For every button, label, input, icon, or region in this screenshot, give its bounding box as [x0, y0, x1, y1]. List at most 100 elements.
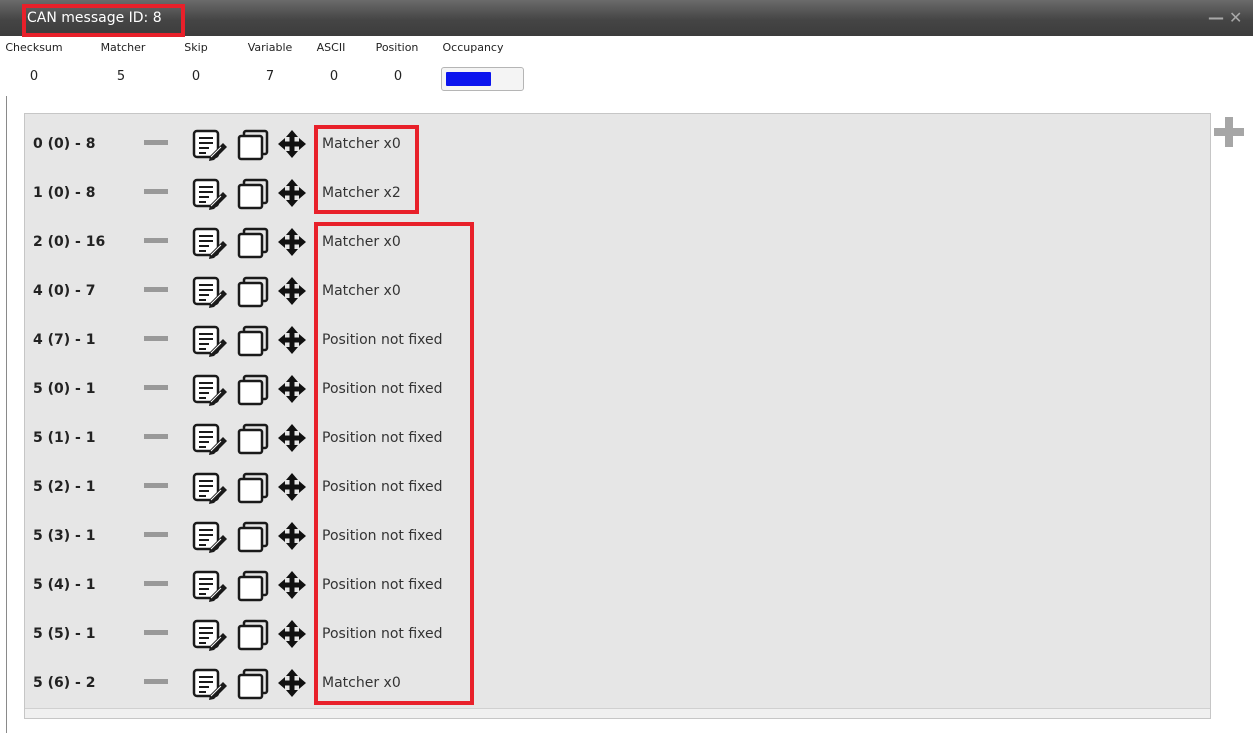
edit-list-icon[interactable]: [192, 619, 230, 651]
field-row-label: 5 (6) - 2: [33, 675, 96, 691]
field-row-description: Matcher x0: [322, 675, 401, 691]
edit-list-icon[interactable]: [192, 129, 230, 161]
copy-icon[interactable]: [237, 668, 269, 700]
copy-icon[interactable]: [237, 570, 269, 602]
field-row: 5 (3) - 1 Position not fixed: [25, 518, 505, 554]
field-row-label: 5 (1) - 1: [33, 430, 96, 446]
move-arrows-icon[interactable]: [277, 129, 307, 159]
copy-icon[interactable]: [237, 227, 269, 259]
field-row-description: Matcher x0: [322, 136, 401, 152]
field-row: 2 (0) - 16 Matcher x0: [25, 224, 505, 260]
field-row-description: Position not fixed: [322, 479, 443, 495]
edit-list-icon[interactable]: [192, 472, 230, 504]
stat-value-checksum: 0: [29, 69, 39, 84]
move-arrows-icon[interactable]: [277, 472, 307, 502]
field-row: 1 (0) - 8 Matcher x2: [25, 175, 505, 211]
minus-icon[interactable]: [144, 287, 168, 292]
stat-label-variable: Variable: [247, 41, 293, 54]
minus-icon[interactable]: [144, 630, 168, 635]
move-arrows-icon[interactable]: [277, 374, 307, 404]
field-row-description: Position not fixed: [322, 626, 443, 642]
move-arrows-icon[interactable]: [277, 668, 307, 698]
field-row: 5 (5) - 1 Position not fixed: [25, 616, 505, 652]
field-row-description: Position not fixed: [322, 528, 443, 544]
occupancy-fill: [446, 72, 491, 86]
edit-list-icon[interactable]: [192, 325, 230, 357]
left-divider: [6, 96, 7, 733]
copy-icon[interactable]: [237, 521, 269, 553]
move-arrows-icon[interactable]: [277, 178, 307, 208]
field-row-description: Position not fixed: [322, 430, 443, 446]
stat-label-position: Position: [375, 41, 419, 54]
field-row-label: 5 (5) - 1: [33, 626, 96, 642]
move-arrows-icon[interactable]: [277, 325, 307, 355]
field-row-description: Matcher x0: [322, 234, 401, 250]
field-row: 5 (2) - 1 Position not fixed: [25, 469, 505, 505]
copy-icon[interactable]: [237, 472, 269, 504]
minus-icon[interactable]: [144, 140, 168, 145]
copy-icon[interactable]: [237, 325, 269, 357]
edit-list-icon[interactable]: [192, 423, 230, 455]
stat-value-position: 0: [393, 69, 403, 84]
edit-list-icon[interactable]: [192, 521, 230, 553]
field-row-description: Matcher x0: [322, 283, 401, 299]
copy-icon[interactable]: [237, 619, 269, 651]
field-row: 5 (6) - 2 Matcher x0: [25, 665, 505, 701]
copy-icon[interactable]: [237, 423, 269, 455]
field-row-description: Position not fixed: [322, 577, 443, 593]
field-row: 5 (4) - 1 Position not fixed: [25, 567, 505, 603]
minus-icon[interactable]: [144, 532, 168, 537]
title-highlight-box: [22, 4, 185, 37]
move-arrows-icon[interactable]: [277, 276, 307, 306]
edit-list-icon[interactable]: [192, 178, 230, 210]
edit-list-icon[interactable]: [192, 374, 230, 406]
copy-icon[interactable]: [237, 129, 269, 161]
stat-label-skip: Skip: [184, 41, 208, 54]
field-row: 4 (7) - 1 Position not fixed: [25, 322, 505, 358]
field-row-label: 5 (4) - 1: [33, 577, 96, 593]
field-row-label: 5 (3) - 1: [33, 528, 96, 544]
minus-icon[interactable]: [144, 336, 168, 341]
minus-icon[interactable]: [144, 238, 168, 243]
edit-list-icon[interactable]: [192, 276, 230, 308]
field-row-description: Position not fixed: [322, 332, 443, 348]
field-row: 4 (0) - 7 Matcher x0: [25, 273, 505, 309]
move-arrows-icon[interactable]: [277, 521, 307, 551]
minus-icon[interactable]: [144, 483, 168, 488]
copy-icon[interactable]: [237, 178, 269, 210]
stat-value-variable: 7: [265, 69, 275, 84]
minus-icon[interactable]: [144, 385, 168, 390]
copy-icon[interactable]: [237, 276, 269, 308]
minimize-icon[interactable]: —: [1208, 9, 1224, 27]
stat-value-matcher: 5: [116, 69, 126, 84]
copy-icon[interactable]: [237, 374, 269, 406]
field-row-label: 0 (0) - 8: [33, 136, 96, 152]
field-row-label: 1 (0) - 8: [33, 185, 96, 201]
edit-list-icon[interactable]: [192, 227, 230, 259]
stat-label-ascii: ASCII: [316, 41, 346, 54]
move-arrows-icon[interactable]: [277, 227, 307, 257]
move-arrows-icon[interactable]: [277, 423, 307, 453]
field-row: 5 (0) - 1 Position not fixed: [25, 371, 505, 407]
close-icon[interactable]: ✕: [1229, 9, 1242, 27]
field-row-label: 5 (0) - 1: [33, 381, 96, 397]
edit-list-icon[interactable]: [192, 668, 230, 700]
field-row-description: Position not fixed: [322, 381, 443, 397]
stat-value-skip: 0: [191, 69, 201, 84]
field-row-label: 5 (2) - 1: [33, 479, 96, 495]
minus-icon[interactable]: [144, 581, 168, 586]
minus-icon[interactable]: [144, 434, 168, 439]
field-row: 0 (0) - 8 Matcher x0: [25, 126, 505, 162]
minus-icon[interactable]: [144, 679, 168, 684]
field-row-label: 4 (7) - 1: [33, 332, 96, 348]
field-row-description: Matcher x2: [322, 185, 401, 201]
field-list-panel: 0 (0) - 8 Matcher x0 1 (0) - 8 Matcher x…: [24, 113, 1211, 719]
move-arrows-icon[interactable]: [277, 570, 307, 600]
window-titlebar: CAN message ID: 8 — ✕: [0, 0, 1253, 36]
add-field-icon[interactable]: [1214, 117, 1244, 147]
stat-value-ascii: 0: [329, 69, 339, 84]
field-row-label: 4 (0) - 7: [33, 283, 96, 299]
minus-icon[interactable]: [144, 189, 168, 194]
move-arrows-icon[interactable]: [277, 619, 307, 649]
edit-list-icon[interactable]: [192, 570, 230, 602]
